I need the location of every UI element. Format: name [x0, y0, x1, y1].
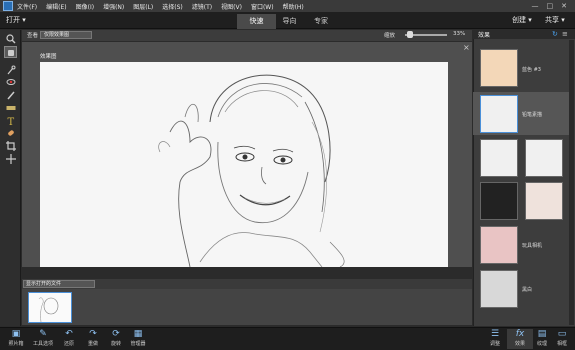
close-document-icon[interactable]: × — [463, 43, 470, 52]
spot-healing-tool-icon[interactable] — [4, 127, 17, 139]
tool-options-icon: ✎ — [39, 329, 47, 339]
effects-scrollbar[interactable] — [569, 40, 574, 325]
close-window-button[interactable]: ✕ — [561, 2, 567, 10]
redo-icon: ↷ — [89, 329, 97, 339]
adjustments-icon: ☰ — [490, 329, 500, 339]
view-label: 查看 — [27, 33, 39, 39]
create-button[interactable]: 创建 ▾ — [512, 15, 532, 25]
tool-options-button[interactable]: ✎ 工具选项 — [30, 329, 56, 349]
effect-label: 蓝色 #3 — [522, 67, 541, 73]
photo-bin — [22, 289, 472, 325]
effect-thumbnail-toy-camera[interactable] — [480, 226, 518, 264]
maximize-button[interactable]: □ — [547, 2, 554, 10]
menu-select[interactable]: 选择(S) — [162, 2, 183, 11]
effect-label: 黑白 — [522, 287, 533, 293]
minimize-button[interactable]: — — [532, 2, 539, 10]
effect-thumbnail-pencil-sketch[interactable] — [480, 95, 518, 133]
zoom-value: 33% — [453, 31, 466, 37]
app-logo-icon — [3, 1, 13, 11]
window-controls: — □ ✕ — [532, 2, 575, 10]
photo-bin-select[interactable]: 显示打开的文件 — [23, 280, 95, 288]
photo-bin-thumbnail[interactable] — [28, 292, 72, 323]
undo-icon: ↶ — [65, 329, 73, 339]
menu-enhance[interactable]: 增强(N) — [103, 2, 124, 11]
adjustments-button[interactable]: ☰ 调整 — [482, 329, 508, 349]
organizer-button[interactable]: ▦ 管理器 — [125, 329, 151, 349]
open-button[interactable]: 打开 ▾ — [6, 15, 26, 25]
effect-thumbnail[interactable] — [525, 139, 563, 177]
effect-thumbnail[interactable] — [525, 182, 563, 220]
quick-selection-tool-icon[interactable] — [4, 64, 17, 76]
effect-thumbnail-black-white[interactable] — [480, 270, 518, 308]
menu-view[interactable]: 视图(V) — [221, 2, 242, 11]
menu-help[interactable]: 帮助(H) — [283, 2, 304, 11]
textures-icon: ▤ — [537, 329, 547, 339]
menu-window[interactable]: 窗口(W) — [251, 2, 274, 11]
rotate-icon: ⟳ — [112, 329, 120, 339]
menu-layer[interactable]: 图层(L) — [133, 2, 153, 11]
share-button[interactable]: 共享 ▾ — [545, 15, 565, 25]
zoom-slider-handle[interactable] — [407, 31, 413, 38]
effect-label: 玩具相机 — [522, 243, 543, 249]
menu-edit[interactable]: 编辑(E) — [46, 2, 66, 11]
organizer-icon: ▦ — [133, 329, 143, 339]
undo-button[interactable]: ↶ 还原 — [56, 329, 82, 349]
photo-bin-button[interactable]: ▣ 照片箱 — [3, 329, 29, 349]
hand-tool-icon[interactable] — [4, 46, 17, 58]
view-select[interactable]: 仅限效果图 — [40, 31, 92, 39]
effect-thumbnail-blue-3[interactable] — [480, 49, 518, 87]
frames-icon: ▭ — [557, 329, 567, 339]
zoom-tool-icon[interactable] — [4, 33, 17, 45]
whiten-teeth-tool-icon[interactable] — [4, 89, 17, 101]
move-tool-icon[interactable] — [4, 153, 17, 165]
tab-expert[interactable]: 专家 — [303, 14, 339, 29]
menu-file[interactable]: 文件(F) — [17, 2, 37, 11]
document-label: 效果图 — [40, 54, 57, 60]
zoom-label: 缩放 — [384, 33, 396, 39]
photo-bin-icon: ▣ — [11, 329, 21, 339]
effect-label: 铅笔素描 — [522, 112, 543, 118]
effect-thumbnail[interactable] — [480, 139, 518, 177]
tab-quick[interactable]: 快速 — [237, 14, 276, 29]
effects-panel-title: 效果 — [478, 32, 491, 39]
effect-thumbnail[interactable] — [480, 182, 518, 220]
frames-button[interactable]: ▭ 相框 — [549, 329, 575, 349]
menu-image[interactable]: 图像(I) — [76, 2, 94, 11]
menu-bar: 文件(F) 编辑(E) 图像(I) 增强(N) 图层(L) 选择(S) 滤镜(T… — [0, 0, 575, 12]
fx-icon: fx — [515, 329, 525, 339]
straighten-tool-icon[interactable] — [4, 102, 17, 114]
panel-menu-icon[interactable]: ≡ — [562, 30, 568, 38]
tab-guided[interactable]: 导向 — [276, 14, 303, 29]
reset-panel-icon[interactable]: ↻ — [552, 30, 558, 38]
type-tool-icon[interactable]: T — [4, 115, 17, 127]
svg-text:T: T — [7, 117, 14, 126]
menu-filter[interactable]: 滤镜(T) — [192, 2, 212, 11]
crop-tool-icon[interactable] — [4, 140, 17, 152]
red-eye-tool-icon[interactable] — [4, 76, 17, 88]
pencil-sketch-image[interactable] — [40, 62, 448, 267]
